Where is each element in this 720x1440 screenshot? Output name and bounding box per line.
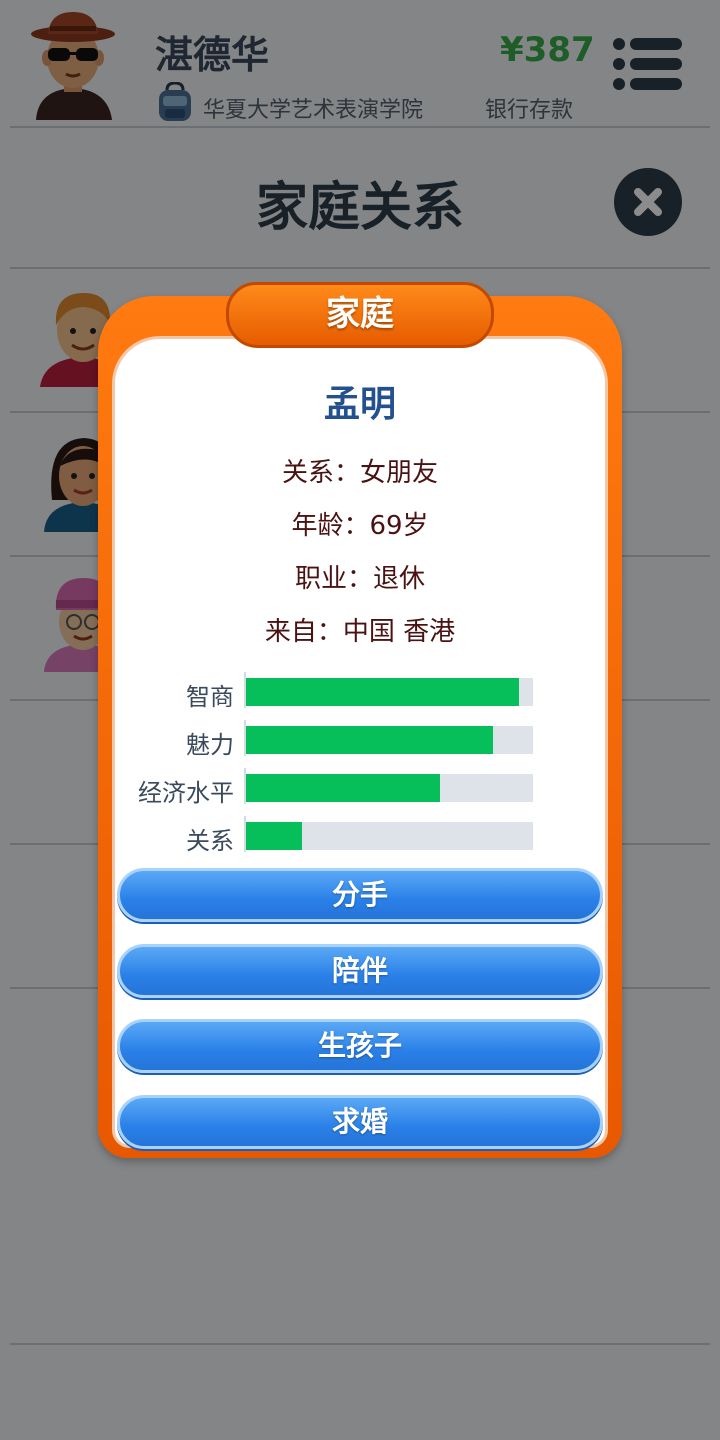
stat-label-intelligence: 智商: [186, 683, 234, 711]
stat-bar-relationship: [246, 822, 533, 850]
break-up-button[interactable]: 分手: [117, 868, 603, 922]
stat-label-relationship: 关系: [186, 827, 234, 855]
propose-button[interactable]: 求婚: [117, 1095, 603, 1149]
info-origin: 来自：中国 香港: [264, 617, 456, 647]
stat-fill-relationship: [246, 822, 302, 850]
stat-label-economy: 经济水平: [138, 779, 234, 807]
info-occupation: 职业：退休: [294, 564, 425, 594]
stat-fill-economy: [246, 774, 440, 802]
stat-label-charm: 魅力: [186, 731, 234, 759]
accompany-button[interactable]: 陪伴: [117, 944, 603, 998]
info-relationship: 关系：女朋友: [281, 458, 438, 488]
info-age: 年龄：69岁: [291, 511, 429, 541]
stat-fill-charm: [246, 726, 493, 754]
stat-bar-intelligence: [246, 678, 533, 706]
have-baby-button[interactable]: 生孩子: [117, 1019, 603, 1073]
stat-bar-economy: [246, 774, 533, 802]
person-name: 孟明: [323, 384, 396, 425]
stat-fill-intelligence: [246, 678, 519, 706]
dialog-tab-family: 家庭: [226, 282, 494, 348]
stat-bar-charm: [246, 726, 533, 754]
